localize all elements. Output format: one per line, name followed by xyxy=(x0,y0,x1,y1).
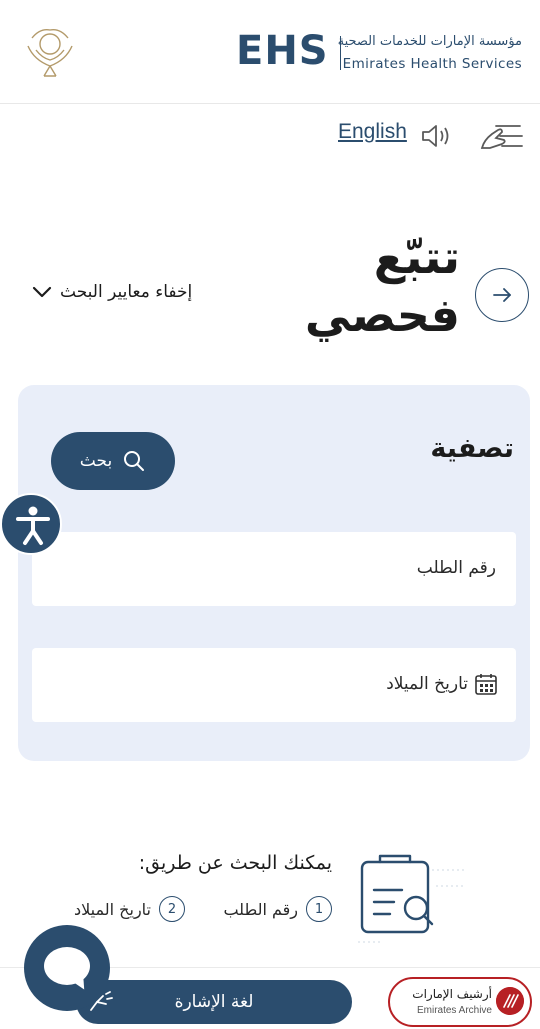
sign-language-button[interactable]: لغة الإشارة xyxy=(76,980,352,1024)
org-name-arabic: مؤسسة الإمارات للخدمات الصحية xyxy=(337,34,522,49)
filter-panel: تصفية بحث رقم الطلب تاريخ الميلاد xyxy=(18,385,530,761)
title-area: إخفاء معايير البحث تتبّع فحصي xyxy=(0,220,540,370)
archive-name-english: Emirates Archive xyxy=(416,1005,492,1016)
hint-option: 1 رقم الطلب xyxy=(223,896,332,922)
ehs-logo-letters: EHS xyxy=(236,28,329,74)
accessibility-button[interactable] xyxy=(0,493,62,555)
hint-title: يمكنك البحث عن طريق: xyxy=(138,852,332,874)
utility-toolbar: English xyxy=(0,104,540,164)
option-label: رقم الطلب xyxy=(223,899,298,919)
speaker-icon[interactable] xyxy=(420,122,454,150)
hide-filters-label: إخفاء معايير البحث xyxy=(60,282,193,302)
accessibility-icon xyxy=(16,506,50,545)
hide-filters-toggle[interactable]: إخفاء معايير البحث xyxy=(32,282,192,302)
chat-button[interactable] xyxy=(24,925,110,1011)
page-title-line1: تتبّع xyxy=(373,230,460,284)
option-label: تاريخ الميلاد xyxy=(74,899,151,919)
archive-name-arabic: أرشيف الإمارات xyxy=(412,987,492,1001)
document-search-icon xyxy=(358,854,466,943)
archive-mark-icon xyxy=(496,987,524,1015)
filter-title: تصفية xyxy=(430,433,514,464)
sign-language-label: لغة الإشارة xyxy=(174,992,254,1012)
search-button[interactable]: بحث xyxy=(51,432,175,490)
birth-date-field[interactable]: تاريخ الميلاد xyxy=(32,648,516,722)
hint-option: 2 تاريخ الميلاد xyxy=(74,896,185,922)
ehs-logo[interactable]: EHS مؤسسة الإمارات للخدمات الصحية Emirat… xyxy=(236,28,536,82)
request-number-label: رقم الطلب xyxy=(416,558,496,578)
back-button[interactable] xyxy=(475,268,529,322)
page-title-line2: فحصي xyxy=(304,288,460,342)
site-header: EHS مؤسسة الإمارات للخدمات الصحية Emirat… xyxy=(0,0,540,104)
search-button-label: بحث xyxy=(79,451,113,471)
org-name-english: Emirates Health Services xyxy=(342,56,522,72)
arrow-right-icon xyxy=(493,288,511,302)
uae-emblem-icon xyxy=(27,28,73,77)
calendar-icon xyxy=(475,674,497,695)
language-switch-link[interactable]: English xyxy=(338,120,407,144)
hand-menu-icon[interactable] xyxy=(478,118,526,154)
option-number: 1 xyxy=(306,896,332,922)
birth-date-label: تاريخ الميلاد xyxy=(386,674,468,694)
chat-bubble-tail xyxy=(70,975,88,993)
search-icon xyxy=(124,451,145,471)
option-number: 2 xyxy=(159,896,185,922)
request-number-field[interactable]: رقم الطلب xyxy=(32,532,516,606)
emirates-archive-logo[interactable]: أرشيف الإمارات Emirates Archive xyxy=(388,977,532,1027)
chevron-down-icon xyxy=(32,286,52,298)
page-title: تتبّع فحصي xyxy=(260,228,460,344)
